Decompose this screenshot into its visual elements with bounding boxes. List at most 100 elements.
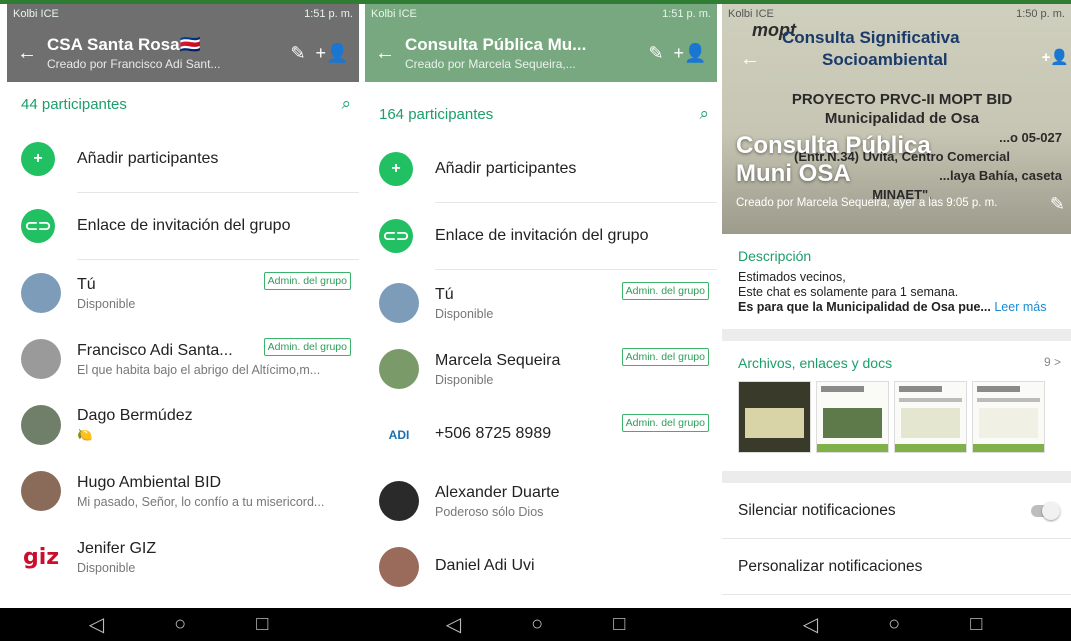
carrier-label: Kolbi ICE bbox=[13, 8, 59, 20]
media-heading: Archivos, enlaces y docs bbox=[738, 355, 893, 371]
group-created-by: Creado por Marcela Sequeira, ayer a las … bbox=[736, 197, 998, 209]
panel-group-info: Kolbi ICE 1:50 p. m. mopt Consulta Signi… bbox=[722, 4, 1071, 608]
back-arrow-icon[interactable]: ← bbox=[740, 48, 760, 71]
member-row[interactable]: Dago Bermúdez 🍋 bbox=[7, 392, 359, 458]
search-icon[interactable]: ⌕ bbox=[699, 104, 709, 124]
media-thumbnail[interactable] bbox=[738, 381, 811, 453]
thumb-content bbox=[817, 444, 888, 452]
thumb-content bbox=[899, 398, 962, 402]
back-arrow-icon[interactable]: ← bbox=[17, 42, 47, 65]
carrier-label: Kolbi ICE bbox=[371, 8, 417, 20]
group-title: Consulta Pública Mu... bbox=[405, 35, 587, 54]
invite-link-label: Enlace de invitación del grupo bbox=[77, 217, 291, 234]
group-title: CSA Santa Rosa🇨🇷 bbox=[47, 35, 201, 54]
group-title: Consulta Pública Muni OSA bbox=[736, 132, 931, 187]
thumb-content bbox=[901, 408, 960, 438]
read-more-link[interactable]: Leer más bbox=[994, 300, 1046, 314]
add-person-icon[interactable]: +👤 bbox=[1042, 48, 1069, 66]
thumb-content bbox=[895, 444, 966, 452]
nav-back-icon[interactable]: ◁ bbox=[89, 612, 104, 637]
media-thumbnail[interactable] bbox=[972, 381, 1045, 453]
status-bar: Kolbi ICE 1:51 p. m. bbox=[7, 4, 359, 24]
member-name: Dago Bermúdez bbox=[77, 407, 193, 424]
add-participant-icon: + bbox=[379, 152, 413, 186]
member-row[interactable]: Hugo Ambiental BID Mi pasado, Señor, lo c… bbox=[7, 458, 359, 524]
section-gap bbox=[722, 329, 1071, 341]
member-row[interactable]: Daniel Adi Uvi bbox=[365, 534, 717, 600]
invite-link-label: Enlace de invitación del grupo bbox=[435, 227, 649, 244]
participants-count: 44 participantes bbox=[21, 95, 127, 113]
back-arrow-icon[interactable]: ← bbox=[375, 42, 405, 65]
add-participants-row[interactable]: + Añadir participantes bbox=[7, 126, 359, 192]
nav-recent-icon[interactable]: □ bbox=[613, 613, 625, 636]
nav-recent-icon[interactable]: □ bbox=[970, 613, 982, 636]
link-icon: ⊂⊃ bbox=[21, 209, 55, 243]
app-bar: ← CSA Santa Rosa🇨🇷 Creado por Francisco … bbox=[7, 24, 359, 82]
member-name: Alexander Duarte bbox=[435, 483, 560, 501]
media-count: 9 > bbox=[1043, 355, 1061, 369]
group-header[interactable]: CSA Santa Rosa🇨🇷 Creado por Francisco Ad… bbox=[47, 35, 281, 71]
toggle-knob bbox=[1042, 501, 1060, 520]
app-bar: ← Consulta Pública Mu... Creado por Marc… bbox=[365, 24, 717, 82]
group-subtitle: Creado por Francisco Adi Sant... bbox=[47, 57, 221, 71]
nav-home-icon[interactable]: ○ bbox=[531, 613, 543, 636]
add-participants-row[interactable]: + Añadir participantes bbox=[365, 136, 717, 202]
cover-body-line: Municipalidad de Osa bbox=[824, 110, 980, 127]
nav-home-icon[interactable]: ○ bbox=[174, 613, 186, 636]
media-thumbnail[interactable] bbox=[894, 381, 967, 453]
edit-pencil-icon[interactable]: ✎ bbox=[1050, 194, 1065, 215]
add-participant-icon: + bbox=[21, 142, 55, 176]
custom-notifications-row[interactable]: Personalizar notificaciones bbox=[722, 539, 1071, 595]
avatar bbox=[379, 283, 419, 323]
member-row[interactable]: Alexander Duarte Poderoso sólo Dios bbox=[365, 468, 717, 534]
member-row[interactable]: Marcela Sequeira Disponible Admin. del gr… bbox=[365, 336, 717, 402]
status-time: 1:51 p. m. bbox=[304, 8, 353, 20]
group-subtitle: Creado por Marcela Sequeira,... bbox=[405, 57, 576, 71]
status-bar: Kolbi ICE 1:51 p. m. bbox=[365, 4, 717, 24]
search-icon[interactable]: ⌕ bbox=[341, 94, 351, 114]
add-person-icon[interactable]: +👤 bbox=[315, 43, 349, 64]
link-icon: ⊂⊃ bbox=[379, 219, 413, 253]
nav-back-icon[interactable]: ◁ bbox=[803, 612, 818, 637]
cover-body-line: PROYECTO PRVC-II MOPT BID bbox=[791, 91, 1013, 108]
member-status: Disponible bbox=[77, 296, 136, 311]
edit-pencil-icon[interactable]: ✎ bbox=[639, 43, 673, 64]
nav-home-icon[interactable]: ○ bbox=[888, 613, 900, 636]
add-person-icon[interactable]: +👤 bbox=[673, 43, 707, 64]
member-row[interactable]: Francisco Adi Santa... El que habita bajo… bbox=[7, 326, 359, 392]
nav-segment: ◁ ○ □ bbox=[0, 608, 357, 641]
admin-badge: Admin. del grupo bbox=[621, 348, 709, 366]
description-heading: Descripción bbox=[738, 248, 812, 264]
cover-line-2: Socioambiental bbox=[822, 50, 948, 69]
member-row[interactable]: giz Jenifer GIZ Disponible bbox=[7, 524, 359, 590]
nav-recent-icon[interactable]: □ bbox=[256, 613, 268, 636]
panel-csa-santa-rosa: Kolbi ICE 1:51 p. m. ← CSA Santa Rosa🇨🇷 … bbox=[7, 4, 359, 608]
status-time: 1:50 p. m. bbox=[1016, 8, 1065, 20]
member-row[interactable]: Tú Disponible Admin. del grupo bbox=[7, 260, 359, 326]
member-row[interactable]: Tú Disponible Admin. del grupo bbox=[365, 270, 717, 336]
mute-notifications-row[interactable]: Silenciar notificaciones bbox=[722, 483, 1071, 539]
group-cover-image[interactable]: Kolbi ICE 1:50 p. m. mopt Consulta Signi… bbox=[722, 4, 1071, 234]
participants-count-row: 164 participantes ⌕ bbox=[365, 82, 717, 136]
add-participants-label: Añadir participantes bbox=[435, 160, 577, 177]
avatar bbox=[379, 349, 419, 389]
member-row[interactable]: ADI +506 8725 8989 Admin. del grupo bbox=[365, 402, 717, 468]
cover-line-1: Consulta Significativa bbox=[782, 28, 960, 47]
thumb-content bbox=[745, 408, 804, 438]
avatar: ADI bbox=[379, 415, 419, 455]
avatar bbox=[21, 273, 61, 313]
thumb-content bbox=[977, 386, 1020, 392]
section-gap bbox=[722, 471, 1071, 483]
mute-toggle[interactable] bbox=[1031, 501, 1060, 520]
group-header[interactable]: Consulta Pública Mu... Creado por Marcel… bbox=[405, 35, 639, 71]
thumb-content bbox=[899, 386, 942, 392]
nav-back-icon[interactable]: ◁ bbox=[446, 612, 461, 637]
invite-link-row[interactable]: ⊂⊃ Enlace de invitación del grupo bbox=[365, 203, 717, 269]
invite-link-row[interactable]: ⊂⊃ Enlace de invitación del grupo bbox=[7, 193, 359, 259]
edit-pencil-icon[interactable]: ✎ bbox=[281, 43, 315, 64]
media-section-header[interactable]: Archivos, enlaces y docs 9 > bbox=[722, 341, 1071, 371]
participants-count-row: 44 participantes ⌕ bbox=[7, 82, 359, 126]
thumb-content bbox=[973, 444, 1044, 452]
media-thumbnail[interactable] bbox=[816, 381, 889, 453]
description-line: Este chat es solamente para 1 semana. bbox=[738, 285, 959, 299]
